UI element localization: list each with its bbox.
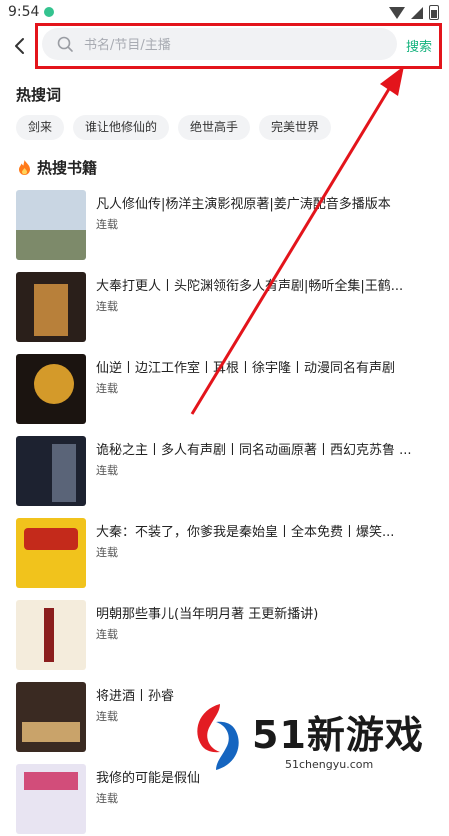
watermark: 51新游戏 51chengyu.com xyxy=(190,702,440,778)
book-cover-art xyxy=(16,190,86,260)
hot-word-tag[interactable]: 完美世界 xyxy=(259,115,332,140)
book-status: 连载 xyxy=(96,546,118,559)
book-item[interactable]: 明朝那些事儿(当年明月著 王更新播讲) 连载 xyxy=(16,600,436,672)
book-cover xyxy=(16,190,86,260)
book-cover-art xyxy=(16,272,86,342)
hot-word-tag[interactable]: 谁让他修仙的 xyxy=(73,115,170,140)
book-cover-art xyxy=(16,518,86,588)
book-cover-art xyxy=(16,436,86,506)
back-arrow-icon[interactable] xyxy=(10,36,30,56)
book-status: 连载 xyxy=(96,628,118,641)
book-title: 诡秘之主丨多人有声剧丨同名动画原著丨西幻克苏鲁 ... xyxy=(96,443,412,458)
book-cover-art xyxy=(16,682,86,752)
book-cover xyxy=(16,764,86,834)
status-time: 9:54 xyxy=(8,4,40,20)
hot-word-tag[interactable]: 绝世高手 xyxy=(178,115,251,140)
flame-icon xyxy=(19,160,30,175)
hot-books-header: 热搜书籍 xyxy=(18,157,97,178)
book-status: 连载 xyxy=(96,218,118,231)
book-cover xyxy=(16,436,86,506)
book-cover xyxy=(16,518,86,588)
book-item[interactable]: 凡人修仙传|杨洋主演影视原著|姜广涛配音多播版本 连载 xyxy=(16,190,436,262)
book-title: 大秦：不装了，你爹我是秦始皇丨全本免费丨爆笑... xyxy=(96,525,395,540)
watermark-brand: 51新游戏 xyxy=(252,713,424,757)
book-cover-art xyxy=(16,600,86,670)
book-title: 仙逆丨边江工作室丨耳根丨徐宇隆丨动漫同名有声剧 xyxy=(96,361,396,376)
app-notification-icon xyxy=(44,7,54,17)
book-cover-art xyxy=(16,354,86,424)
highlight-box xyxy=(35,23,442,69)
book-status: 连载 xyxy=(96,792,118,805)
book-item[interactable]: 大秦：不装了，你爹我是秦始皇丨全本免费丨爆笑... 连载 xyxy=(16,518,436,590)
wifi-icon xyxy=(389,6,405,19)
book-item[interactable]: 诡秘之主丨多人有声剧丨同名动画原著丨西幻克苏鲁 ... 连载 xyxy=(16,436,436,508)
hot-books-title: 热搜书籍 xyxy=(37,159,98,177)
book-cover xyxy=(16,354,86,424)
battery-icon xyxy=(429,5,439,20)
status-icons xyxy=(389,5,439,20)
hot-word-tag[interactable]: 剑来 xyxy=(16,115,65,140)
book-title: 大奉打更人丨头陀渊领衔多人有声剧|畅听全集|王鹤... xyxy=(96,279,404,294)
signal-icon xyxy=(411,6,423,19)
book-status: 连载 xyxy=(96,464,118,477)
book-cover-art xyxy=(16,764,86,834)
book-item[interactable]: 仙逆丨边江工作室丨耳根丨徐宇隆丨动漫同名有声剧 连载 xyxy=(16,354,436,426)
hot-words-tags: 剑来 谁让他修仙的 绝世高手 完美世界 xyxy=(16,115,332,140)
book-title: 凡人修仙传|杨洋主演影视原著|姜广涛配音多播版本 xyxy=(96,197,391,212)
watermark-url: 51chengyu.com xyxy=(285,758,374,771)
book-cover xyxy=(16,600,86,670)
book-item[interactable]: 大奉打更人丨头陀渊领衔多人有声剧|畅听全集|王鹤... 连载 xyxy=(16,272,436,344)
book-title: 明朝那些事儿(当年明月著 王更新播讲) xyxy=(96,607,319,622)
hot-words-title: 热搜词 xyxy=(16,86,62,104)
book-status: 连载 xyxy=(96,710,118,723)
book-status: 连载 xyxy=(96,300,118,313)
book-cover xyxy=(16,682,86,752)
book-status: 连载 xyxy=(96,382,118,395)
watermark-logo-icon xyxy=(197,704,239,770)
book-cover xyxy=(16,272,86,342)
